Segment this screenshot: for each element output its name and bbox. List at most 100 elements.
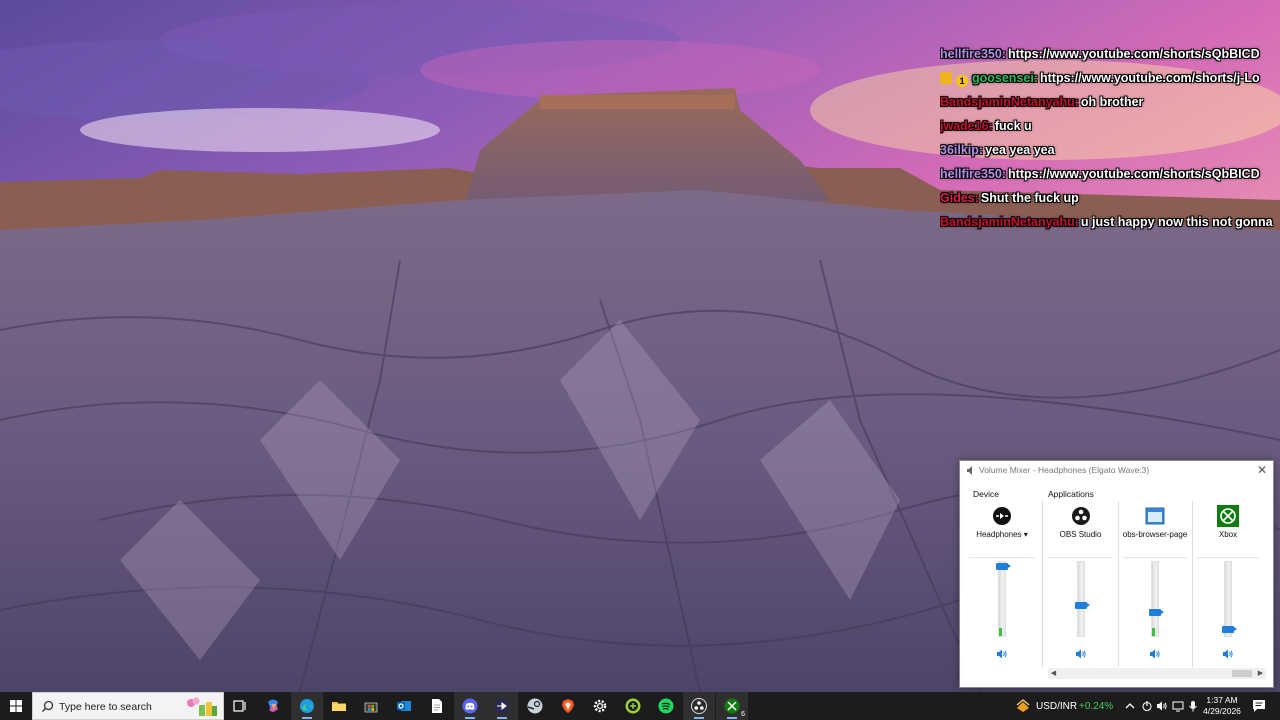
mixer-title: Volume Mixer - Headphones (Elgato Wave:3… [979, 465, 1150, 475]
app-column-obs-studio: OBS Studio [1044, 501, 1117, 667]
crown-badge-icon [940, 72, 952, 84]
device-section-label: Device [973, 489, 999, 499]
edge-icon [300, 699, 314, 713]
app-label: OBS Studio [1059, 530, 1102, 539]
chat-message-text: fuck u [994, 119, 1032, 133]
app-volume-thumb[interactable] [1149, 608, 1164, 616]
obs-taskbar-icon [494, 698, 510, 714]
chat-message: 1 goosensei: https://www.youtube.com/short… [940, 68, 1280, 92]
ticker-symbol[interactable]: USD/INR [1036, 701, 1077, 712]
device-mute-speaker-icon[interactable] [996, 648, 1008, 660]
app-column-xbox: Xbox [1193, 501, 1263, 667]
notepad-button[interactable] [421, 692, 453, 720]
xbox-count: 6 [741, 711, 745, 718]
xbox-icon [1217, 505, 1239, 527]
chat-message: BandsjaminNetanyahu: u just happy now thi… [940, 212, 1280, 236]
chat-message: jwade16: fuck u [940, 116, 1280, 140]
device-level-meter [999, 628, 1002, 636]
chat-username: Gides: [940, 191, 979, 205]
chat-message: 36ilkip: yea yea yea [940, 140, 1280, 164]
copilot-button[interactable] [257, 692, 289, 720]
gear-icon [593, 699, 607, 713]
app-column-obs-browser-page: obs-browser-page [1119, 501, 1191, 667]
window-app-icon [1145, 507, 1165, 525]
spotify-icon [658, 698, 674, 714]
scroll-left-icon[interactable]: ◀ [1048, 668, 1059, 679]
search-icon [42, 700, 54, 712]
folder-icon [332, 702, 346, 711]
app-volume-thumb[interactable] [1074, 602, 1090, 610]
applications-section-label: Applications [1048, 489, 1094, 499]
chat-message-text: https://www.youtube.com/shorts/sQbBICD [1008, 167, 1260, 181]
stock-ticker-icon[interactable] [1015, 698, 1031, 714]
chat-message: Gides: Shut the fuck up [940, 188, 1280, 212]
microsoft-store-button[interactable] [355, 692, 387, 720]
app-level-meter [1152, 628, 1155, 636]
headphones-device-icon[interactable] [991, 505, 1013, 527]
chat-username: BandsjaminNetanyahu: [940, 215, 1079, 229]
start-button[interactable] [0, 692, 32, 720]
chat-username: hellfire350: [940, 47, 1007, 61]
chat-username: hellfire350: [940, 167, 1007, 181]
spotify-button[interactable] [650, 692, 682, 720]
clock[interactable]: 1:37 AM 4/29/2026 [1198, 695, 1246, 717]
ticker-change[interactable]: +0.24% [1079, 701, 1113, 712]
chat-message-text: oh brother [1080, 95, 1144, 109]
discord-button[interactable] [454, 692, 486, 720]
speaker-icon [967, 466, 972, 475]
chat-overlay: hellfire350: https://www.youtube.com/shor… [940, 44, 1280, 236]
device-volume-slider[interactable] [998, 561, 1006, 637]
close-button[interactable]: ✕ [1255, 463, 1269, 477]
power-icon[interactable] [1141, 700, 1153, 712]
badge-count: 1 [956, 75, 968, 87]
obs-studio-icon [1071, 507, 1090, 525]
chat-message-text: https://www.youtube.com/shorts/sQbBICD [1008, 47, 1260, 61]
device-dropdown[interactable]: Headphones ▾ [965, 530, 1039, 539]
scroll-thumb[interactable] [1232, 670, 1252, 677]
outlook-button[interactable] [388, 692, 420, 720]
notifications-icon[interactable] [1252, 699, 1266, 713]
outlook-icon [397, 701, 411, 711]
task-view-button[interactable] [224, 692, 256, 720]
scroll-right-icon[interactable]: ▶ [1255, 668, 1266, 679]
settings-button[interactable] [584, 692, 616, 720]
brave-button[interactable] [552, 692, 584, 720]
network-icon[interactable] [1172, 700, 1184, 712]
steam-button[interactable] [519, 692, 551, 720]
obs-studio-button[interactable] [486, 692, 518, 720]
device-volume-thumb[interactable] [996, 563, 1011, 571]
app-volume-slider[interactable] [1151, 561, 1159, 637]
volume-icon[interactable] [1156, 700, 1168, 712]
app-mute-speaker-icon[interactable] [1075, 648, 1087, 660]
clock-time: 1:37 AM [1206, 695, 1238, 705]
clock-date: 4/29/2026 [1203, 706, 1241, 716]
chat-username: jwade16: [940, 119, 993, 133]
xbox-button[interactable]: 6 [716, 692, 748, 720]
app-volume-thumb[interactable] [1222, 625, 1237, 633]
app-volume-slider[interactable] [1076, 561, 1085, 637]
chat-username: BandsjaminNetanyahu: [940, 95, 1079, 109]
chat-message-text: u just happy now this not gonna [1080, 215, 1273, 229]
mixer-titlebar[interactable]: Volume Mixer - Headphones (Elgato Wave:3… [960, 461, 1273, 481]
taskbar: Type here to search 6 USD/INR +0.24% 1:3… [0, 692, 1280, 720]
horizontal-scrollbar[interactable]: ◀ ▶ [1048, 668, 1266, 679]
brave-icon [562, 699, 574, 713]
chat-message-text: yea yea yea [985, 143, 1055, 157]
file-explorer-button[interactable] [323, 692, 355, 720]
device-name: Headphones [976, 530, 1022, 539]
chat-message-text: https://www.youtube.com/shorts/j-Lo [1040, 71, 1260, 85]
app-mute-speaker-icon[interactable] [1149, 648, 1161, 660]
chevron-up-icon[interactable] [1124, 700, 1136, 712]
app-label: obs-browser-page [1122, 530, 1188, 539]
volume-mixer-window: Volume Mixer - Headphones (Elgato Wave:3… [959, 460, 1274, 688]
chat-username: goosensei: [972, 71, 1038, 85]
windows-logo-icon [10, 700, 22, 712]
app-mute-speaker-icon[interactable] [1222, 648, 1234, 660]
search-box[interactable]: Type here to search [32, 692, 224, 720]
edge-button[interactable] [291, 692, 323, 720]
chat-message: hellfire350: https://www.youtube.com/shor… [940, 164, 1280, 188]
obs-studio-taskbar-icon [691, 698, 707, 714]
controller-app-button[interactable] [617, 692, 649, 720]
store-icon [364, 702, 378, 713]
obs-studio-button-2[interactable] [683, 692, 715, 720]
